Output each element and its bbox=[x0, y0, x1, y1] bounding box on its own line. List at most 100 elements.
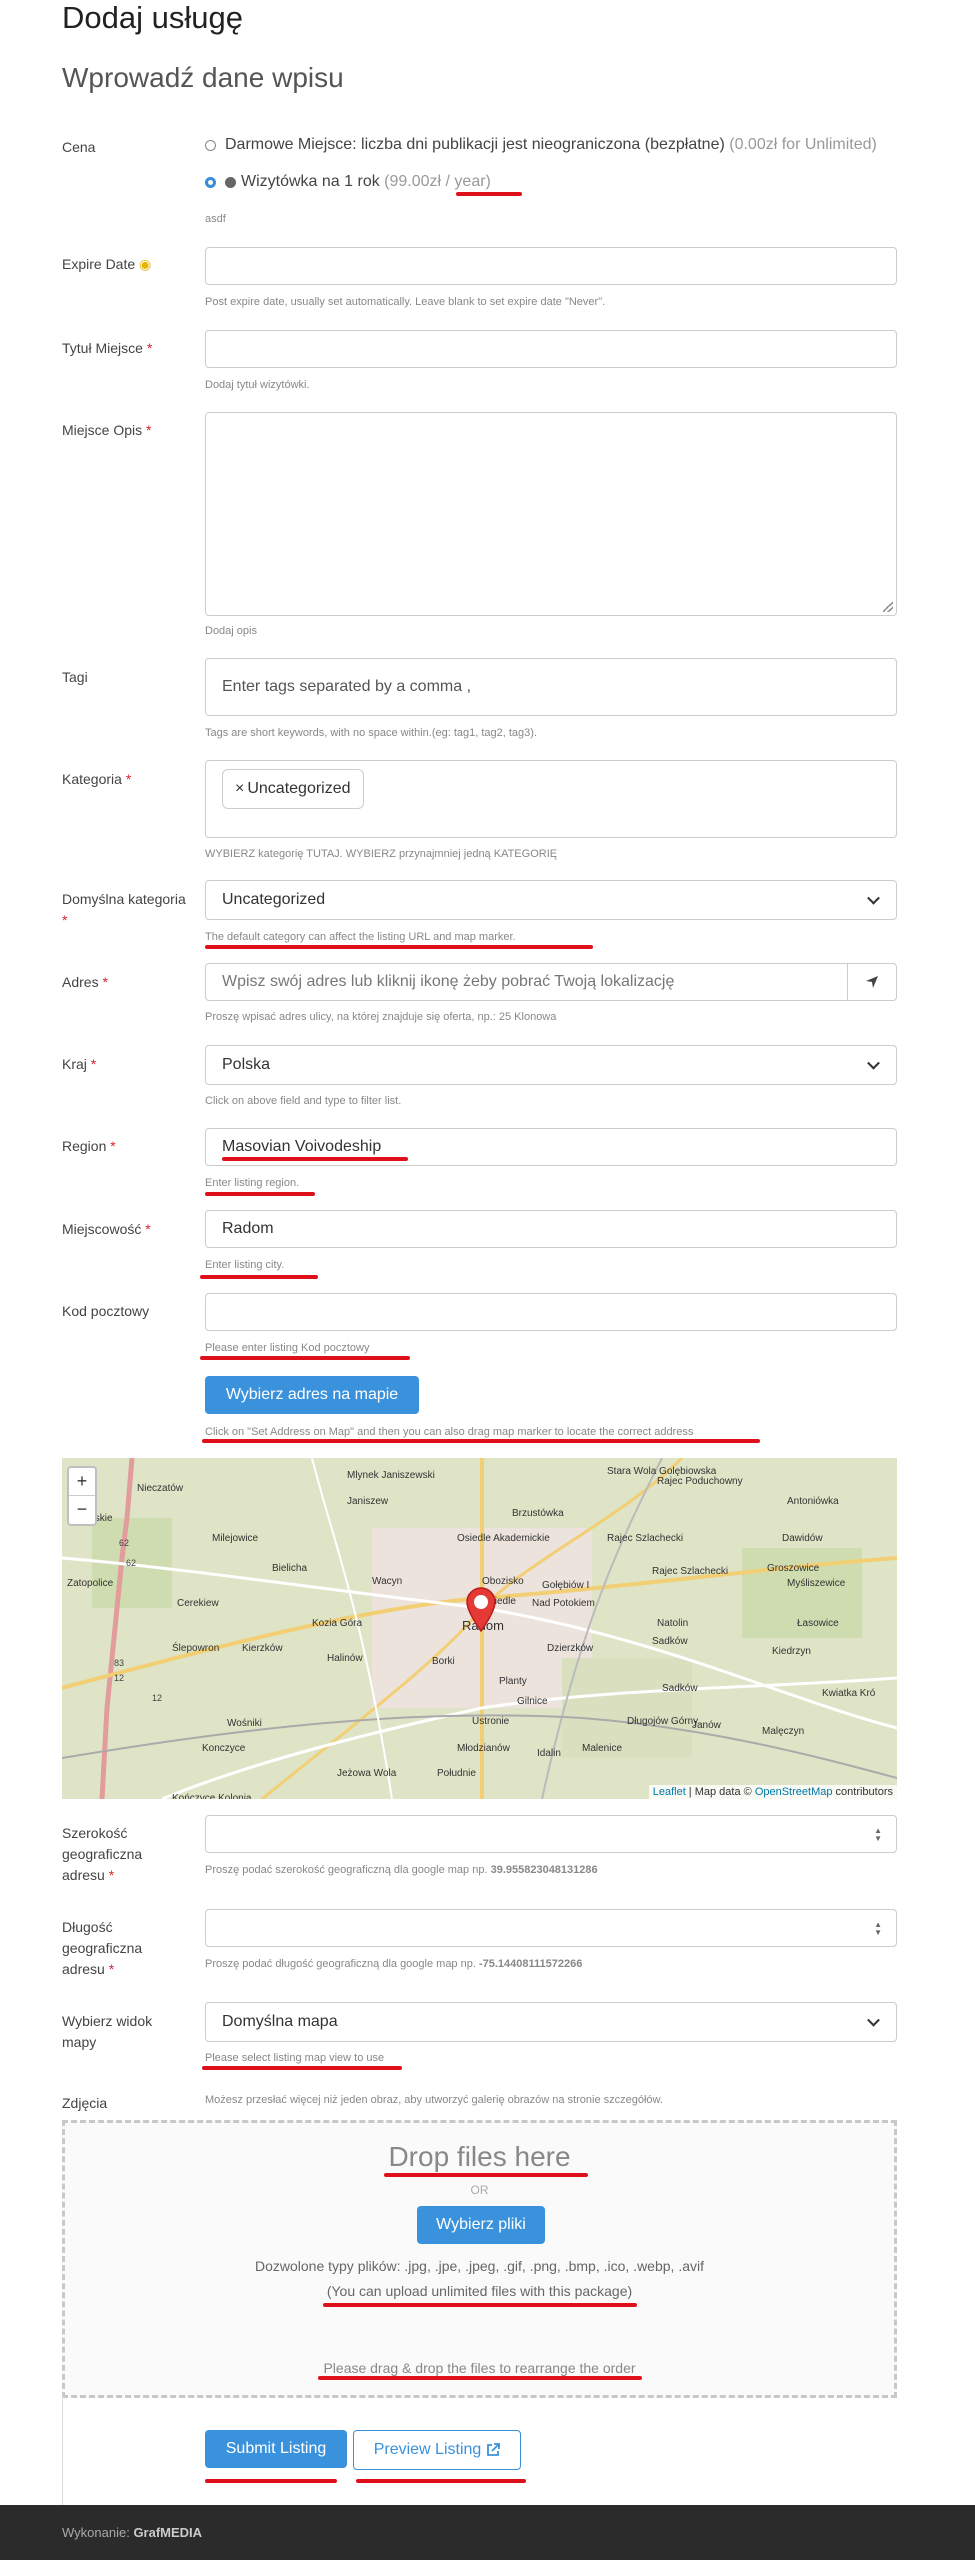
map-place-label: Malenice bbox=[582, 1743, 623, 1754]
annotation-underline bbox=[456, 192, 522, 196]
zoom-out-button[interactable]: − bbox=[69, 1496, 95, 1523]
price-option-year[interactable]: Wizytówka na 1 rok (99.00zł / year) bbox=[205, 173, 491, 191]
number-spinner-icon[interactable]: ▲ ▼ bbox=[874, 1827, 882, 1843]
price-option-free[interactable]: Darmowe Miejsce: liczba dni publikacji j… bbox=[205, 136, 877, 154]
lng-label: Długość geograficzna adresu * bbox=[62, 1919, 143, 1977]
address-input[interactable]: Wpisz swój adres lub kliknij ikonę żeby … bbox=[222, 973, 847, 991]
category-chip[interactable]: × Uncategorized bbox=[222, 769, 364, 809]
footer-brand[interactable]: GrafMEDIA bbox=[133, 2525, 202, 2540]
postal-label: Kod pocztowy bbox=[62, 1303, 150, 1319]
footer-prefix: Wykonanie: bbox=[62, 2525, 130, 2540]
drop-title: Drop files here bbox=[388, 2141, 571, 2172]
price-option-year-label: Wizytówka na 1 rok bbox=[241, 173, 380, 190]
map-place-label: Gołębiów I bbox=[542, 1580, 590, 1591]
price-option-free-label: Darmowe Miejsce: liczba dni publikacji j… bbox=[225, 136, 725, 153]
map-view-label: Wybierz widok mapy bbox=[62, 2013, 153, 2050]
title-input[interactable] bbox=[205, 330, 897, 368]
zoom-in-button[interactable]: + bbox=[69, 1468, 95, 1496]
map-place-label: Łasowice bbox=[797, 1618, 839, 1629]
map-road-number: 12 bbox=[152, 1693, 163, 1703]
map[interactable]: Mlynek Janiszewski Stara Wola Golębiowska… bbox=[62, 1458, 897, 1799]
map-place-label: Kierzków bbox=[242, 1643, 283, 1654]
address-group: Wpisz swój adres lub kliknij ikonę żeby … bbox=[205, 963, 897, 1001]
address-label: Adres * bbox=[62, 974, 108, 990]
tags-input[interactable]: Enter tags separated by a comma , bbox=[205, 658, 897, 716]
price-label: Cena bbox=[62, 139, 96, 155]
annotation-underline bbox=[318, 2376, 642, 2380]
lng-input[interactable]: ▲ ▼ bbox=[205, 1909, 897, 1947]
default-category-value: Uncategorized bbox=[222, 891, 326, 908]
map-place-label: Janów bbox=[692, 1720, 721, 1731]
chevron-down-icon bbox=[867, 2013, 880, 2027]
map-place-label: Natolin bbox=[657, 1618, 689, 1629]
chevron-down-icon bbox=[867, 891, 880, 905]
country-value: Polska bbox=[222, 1056, 271, 1073]
map-place-label: Zatopolice bbox=[67, 1578, 114, 1589]
country-select[interactable]: Polska bbox=[205, 1045, 897, 1085]
resize-handle-icon[interactable] bbox=[883, 602, 893, 612]
default-category-help: The default category can affect the list… bbox=[205, 931, 516, 943]
photo-dropzone[interactable]: Drop files here OR Wybierz pliki Dozwolo… bbox=[62, 2120, 897, 2398]
page: Dodaj usługę Wprowadź dane wpisu Cena Da… bbox=[0, 0, 975, 2560]
eye-icon: ◉ bbox=[139, 256, 152, 272]
map-place-label: Rajec Szlachecki bbox=[607, 1533, 684, 1544]
map-place-label: Antoniówka bbox=[787, 1496, 839, 1507]
title-label: Tytuł Miejsce * bbox=[62, 340, 153, 356]
expire-date-input[interactable] bbox=[205, 247, 897, 285]
postal-input[interactable] bbox=[205, 1293, 897, 1331]
annotation-underline bbox=[200, 1275, 318, 1279]
map-place-label: Groszowice bbox=[767, 1563, 820, 1574]
divider bbox=[62, 2395, 63, 2505]
map-place-label: Sadków bbox=[652, 1636, 688, 1647]
tags-label: Tagi bbox=[62, 669, 88, 685]
package-dot-icon bbox=[225, 176, 236, 188]
category-multiselect[interactable]: × Uncategorized bbox=[205, 760, 897, 838]
page-subtitle: Wprowadź dane wpisu bbox=[62, 62, 344, 93]
set-address-on-map-button[interactable]: Wybierz adres na mapie bbox=[205, 1376, 419, 1414]
locate-button[interactable] bbox=[847, 964, 896, 1000]
default-category-select[interactable]: Uncategorized bbox=[205, 880, 897, 920]
annotation-underline bbox=[205, 945, 593, 949]
annotation-underline bbox=[205, 2479, 337, 2483]
city-input[interactable]: Radom bbox=[205, 1210, 897, 1248]
map-marker-icon[interactable] bbox=[464, 1586, 498, 1632]
map-place-label: Myśliszewice bbox=[787, 1578, 846, 1589]
description-textarea[interactable] bbox=[205, 412, 897, 616]
annotation-underline bbox=[200, 1356, 410, 1360]
address-help: Proszę wpisać adres ulicy, na której zna… bbox=[205, 1011, 557, 1023]
number-spinner-icon[interactable]: ▲ ▼ bbox=[874, 1921, 882, 1937]
submit-listing-button[interactable]: Submit Listing bbox=[205, 2430, 347, 2468]
map-place-label: Długojów Górny bbox=[627, 1716, 699, 1727]
or-text: OR bbox=[470, 2183, 489, 2197]
osm-link[interactable]: OpenStreetMap bbox=[755, 1786, 833, 1798]
description-help: Dodaj opis bbox=[205, 625, 257, 637]
map-place-label: Osiedle Akademickie bbox=[457, 1533, 550, 1544]
map-place-label: Ustronie bbox=[472, 1716, 510, 1727]
price-option-free-price: (0.00zł for Unlimited) bbox=[729, 136, 877, 153]
leaflet-link[interactable]: Leaflet bbox=[653, 1786, 686, 1798]
map-road-number: 12 bbox=[114, 1673, 125, 1683]
preview-listing-label: Preview Listing bbox=[373, 2441, 482, 2458]
chevron-down-icon bbox=[867, 1056, 880, 1070]
map-view-select[interactable]: Domyślna mapa bbox=[205, 2002, 897, 2042]
radio-free[interactable] bbox=[205, 139, 216, 151]
map-place-label: Wacyn bbox=[372, 1576, 403, 1587]
remove-chip-icon[interactable]: × bbox=[235, 780, 244, 798]
category-label: Kategoria * bbox=[62, 771, 132, 787]
annotation-underline bbox=[205, 1192, 315, 1196]
lat-label: Szerokość geograficzna adresu * bbox=[62, 1825, 143, 1883]
title-help: Dodaj tytuł wizytówki. bbox=[205, 379, 310, 391]
map-place-label: Nieczatów bbox=[137, 1483, 184, 1494]
map-place-label: Malęczyn bbox=[762, 1726, 805, 1737]
map-place-label: Młodzianów bbox=[457, 1743, 510, 1754]
map-place-label: Kiedrzyn bbox=[772, 1646, 811, 1657]
page-title: Dodaj usługę bbox=[62, 0, 243, 35]
footer: Wykonanie: GrafMEDIA bbox=[0, 2505, 975, 2560]
choose-files-button[interactable]: Wybierz pliki bbox=[417, 2206, 545, 2244]
map-place-label: Planty bbox=[499, 1676, 527, 1687]
expire-label: Expire Date ◉ bbox=[62, 256, 152, 272]
radio-year[interactable] bbox=[205, 176, 216, 188]
lat-input[interactable]: ▲ ▼ bbox=[205, 1815, 897, 1853]
preview-listing-button[interactable]: Preview Listing bbox=[353, 2430, 521, 2470]
region-label: Region * bbox=[62, 1138, 116, 1154]
